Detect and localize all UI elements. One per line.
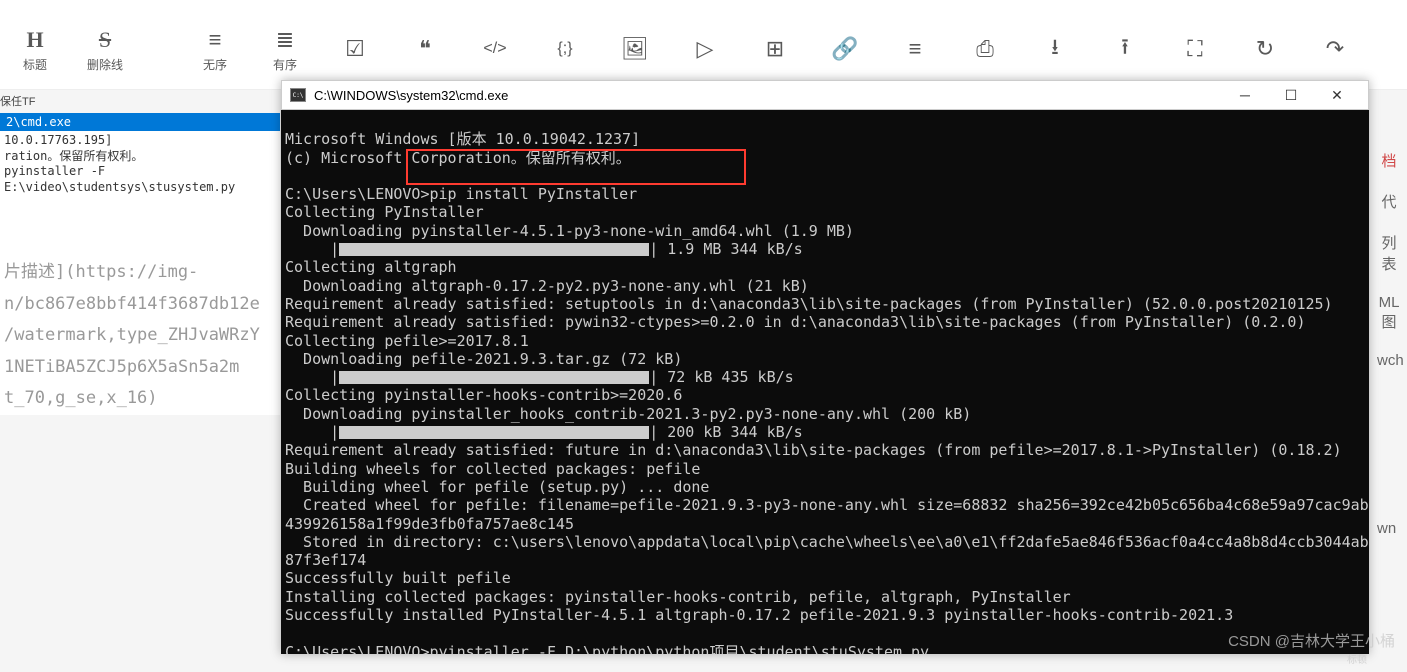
code-icon: </> bbox=[483, 33, 506, 65]
fullscreen-icon: ⛶ bbox=[1187, 33, 1202, 65]
tool-ordered[interactable]: ≣有序 bbox=[250, 24, 320, 73]
table-icon: ⊞ bbox=[766, 33, 784, 65]
tool-heading[interactable]: H标题 bbox=[0, 24, 70, 73]
cmd-title: C:\WINDOWS\system32\cmd.exe bbox=[314, 88, 1222, 103]
tool-inlinecode[interactable]: </> bbox=[460, 33, 530, 65]
left-selected-item[interactable]: 2\cmd.exe bbox=[0, 113, 280, 131]
cmd-icon bbox=[290, 88, 306, 102]
tool-checkbox[interactable]: ☑ bbox=[320, 33, 390, 65]
tab-code[interactable]: 代 bbox=[1371, 181, 1407, 222]
tab-doc[interactable]: 档 bbox=[1371, 140, 1407, 181]
tab-list[interactable]: 列表 bbox=[1371, 222, 1407, 284]
tool-table[interactable]: ⊞ bbox=[740, 33, 810, 65]
tool-link[interactable]: 🔗 bbox=[810, 33, 880, 65]
tab-ml[interactable]: ML图 bbox=[1371, 284, 1407, 342]
progress-bar bbox=[339, 371, 649, 384]
undo-icon: ↻ bbox=[1256, 33, 1274, 65]
markdown-source[interactable]: 片描述](https://img- n/bc867e8bbf414f3687db… bbox=[0, 257, 280, 414]
tool-undo[interactable]: ↻ bbox=[1230, 33, 1300, 65]
tool-quote[interactable]: ❝ bbox=[390, 33, 460, 65]
watermark: CSDN @吉林大学王小桶 标顿 bbox=[1228, 630, 1395, 666]
tool-unordered[interactable]: ≡无序 bbox=[180, 24, 250, 73]
tab-wn[interactable]: wn bbox=[1371, 510, 1402, 547]
heading-icon: H bbox=[26, 24, 43, 56]
progress-bar bbox=[339, 426, 649, 439]
check-icon: ☑ bbox=[345, 33, 365, 65]
quote-icon: ❝ bbox=[419, 33, 431, 65]
editor-toolbar: H标题 S删除线 ≡无序 ≣有序 ☑ ❝ </> {;} 🖼 ▷ ⊞ 🔗 ≡ ⎙… bbox=[0, 0, 1407, 90]
toc-icon: ≡ bbox=[909, 33, 922, 65]
cmd-window: C:\WINDOWS\system32\cmd.exe ─ ☐ ✕ Micros… bbox=[281, 80, 1369, 654]
tool-export[interactable]: ⭱ bbox=[1090, 33, 1160, 65]
tool-video[interactable]: ▷ bbox=[670, 33, 740, 65]
mini-console: 10.0.17763.195] ration。保留所有权利。 pyinstall… bbox=[0, 131, 280, 197]
cmd-output[interactable]: Microsoft Windows [版本 10.0.19042.1237] (… bbox=[281, 110, 1369, 654]
download-icon: ⭳ bbox=[1051, 33, 1059, 65]
strike-icon: S bbox=[99, 24, 111, 56]
tool-image[interactable]: 🖼 bbox=[600, 33, 670, 65]
minimize-button[interactable]: ─ bbox=[1222, 80, 1268, 110]
video-icon: ▷ bbox=[697, 33, 714, 65]
tool-toc[interactable]: ≡ bbox=[880, 33, 950, 65]
image-icon: 🖼 bbox=[621, 33, 649, 65]
close-button[interactable]: ✕ bbox=[1314, 80, 1360, 110]
tool-redo[interactable]: ↷ bbox=[1300, 33, 1370, 65]
ol-icon: ≣ bbox=[276, 24, 294, 56]
tool-codeblock[interactable]: {;} bbox=[530, 33, 600, 65]
progress-bar bbox=[339, 243, 649, 256]
codeblock-icon: {;} bbox=[557, 33, 572, 65]
left-panel: 2\cmd.exe 10.0.17763.195] ration。保留所有权利。… bbox=[0, 113, 280, 415]
upload-icon: ⭱ bbox=[1121, 33, 1129, 65]
tool-print[interactable]: ⎙ bbox=[950, 33, 1020, 65]
partial-text: 保任TF bbox=[0, 93, 35, 109]
ul-icon: ≡ bbox=[209, 24, 222, 56]
tab-wch[interactable]: wch bbox=[1371, 342, 1407, 379]
right-sidebar: 档 代 列表 ML图 wch wn bbox=[1371, 140, 1407, 379]
redo-icon: ↷ bbox=[1326, 33, 1344, 65]
tool-import[interactable]: ⭳ bbox=[1020, 33, 1090, 65]
maximize-button[interactable]: ☐ bbox=[1268, 80, 1314, 110]
print-icon: ⎙ bbox=[976, 33, 994, 65]
link-icon: 🔗 bbox=[831, 33, 858, 65]
tool-strikethrough[interactable]: S删除线 bbox=[70, 24, 140, 73]
cmd-titlebar[interactable]: C:\WINDOWS\system32\cmd.exe ─ ☐ ✕ bbox=[281, 80, 1369, 110]
tool-fullscreen[interactable]: ⛶ bbox=[1160, 33, 1230, 65]
